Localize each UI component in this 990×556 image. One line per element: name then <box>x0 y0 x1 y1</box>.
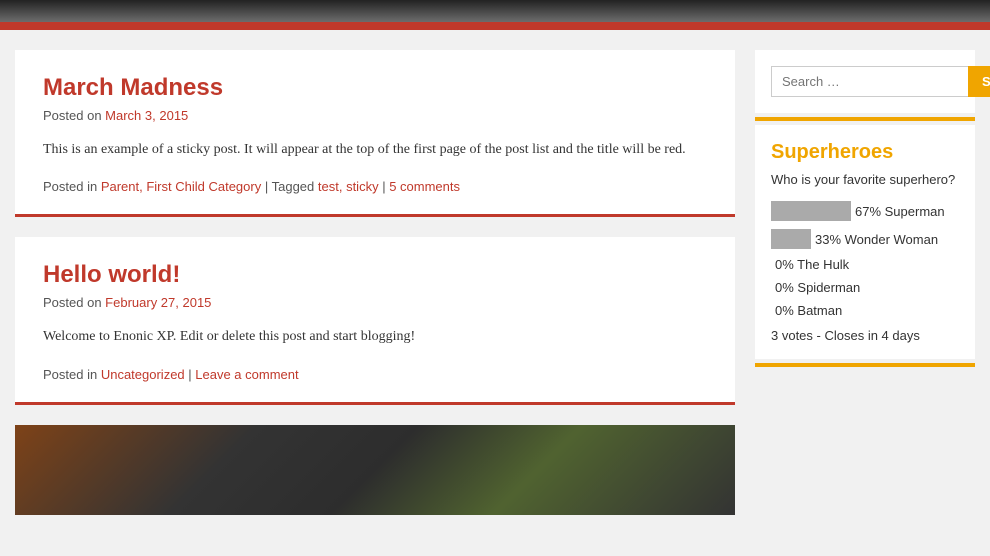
site-header <box>0 0 990 30</box>
post-footer-hello-world: Posted in Uncategorized | Leave a commen… <box>43 367 707 382</box>
posted-in-label-1: Posted in <box>43 179 97 194</box>
poll-bar-wonderwoman <box>771 229 811 249</box>
tagged-label-1: Tagged <box>272 179 315 194</box>
poll-option-superman: 67% Superman <box>771 201 959 221</box>
poll-label-hulk: 0% The Hulk <box>775 257 849 272</box>
posted-in-label-2: Posted in <box>43 367 97 382</box>
post-title-march-madness[interactable]: March Madness <box>43 74 707 102</box>
post-title-hello-world[interactable]: Hello world! <box>43 261 707 289</box>
post-hello-world: Hello world! Posted on February 27, 2015… <box>15 237 735 404</box>
poll-option-spiderman: 0% Spiderman <box>771 280 959 295</box>
post-content-march-madness: This is an example of a sticky post. It … <box>43 139 707 161</box>
poll-divider <box>755 363 975 367</box>
post-content-hello-world: Welcome to Enonic XP. Edit or delete thi… <box>43 326 707 348</box>
post-meta-hello-world: Posted on February 27, 2015 <box>43 295 707 310</box>
post-date-hello-world[interactable]: February 27, 2015 <box>105 295 211 310</box>
poll-label-superman: 67% Superman <box>855 204 945 219</box>
post-categories-2[interactable]: Uncategorized <box>101 367 185 382</box>
poll-votes-info: 3 votes - Closes in 4 days <box>771 328 959 343</box>
post-image <box>15 425 735 515</box>
main-container: March Madness Posted on March 3, 2015 Th… <box>0 30 990 535</box>
post-image-card <box>15 425 735 515</box>
post-categories-1[interactable]: Parent, First Child Category <box>101 179 261 194</box>
content-area: March Madness Posted on March 3, 2015 Th… <box>15 50 735 515</box>
post-footer-march-madness: Posted in Parent, First Child Category |… <box>43 179 707 194</box>
poll-label-wonderwoman: 33% Wonder Woman <box>815 232 938 247</box>
poll-option-batman: 0% Batman <box>771 303 959 318</box>
poll-label-spiderman: 0% Spiderman <box>775 280 860 295</box>
poll-question: Who is your favorite superhero? <box>771 172 959 187</box>
post-meta-march-madness: Posted on March 3, 2015 <box>43 108 707 123</box>
search-divider <box>755 117 975 121</box>
poll-bar-superman <box>771 201 851 221</box>
posted-on-label-2: Posted on <box>43 295 102 310</box>
poll-widget: Superheroes Who is your favorite superhe… <box>755 125 975 359</box>
search-button[interactable]: Search <box>968 66 990 97</box>
post-tags-1[interactable]: test, sticky <box>318 179 379 194</box>
leave-comment-link[interactable]: Leave a comment <box>195 367 298 382</box>
search-form: Search <box>771 66 959 97</box>
post-march-madness: March Madness Posted on March 3, 2015 Th… <box>15 50 735 217</box>
poll-label-batman: 0% Batman <box>775 303 842 318</box>
search-widget: Search <box>755 50 975 113</box>
poll-option-wonderwoman: 33% Wonder Woman <box>771 229 959 249</box>
poll-title: Superheroes <box>771 141 959 164</box>
posted-on-label-1: Posted on <box>43 108 102 123</box>
search-input[interactable] <box>771 66 968 97</box>
post-comments-1[interactable]: 5 comments <box>389 179 460 194</box>
poll-option-hulk: 0% The Hulk <box>771 257 959 272</box>
post-date-march-madness[interactable]: March 3, 2015 <box>105 108 188 123</box>
sidebar: Search Superheroes Who is your favorite … <box>755 50 975 515</box>
